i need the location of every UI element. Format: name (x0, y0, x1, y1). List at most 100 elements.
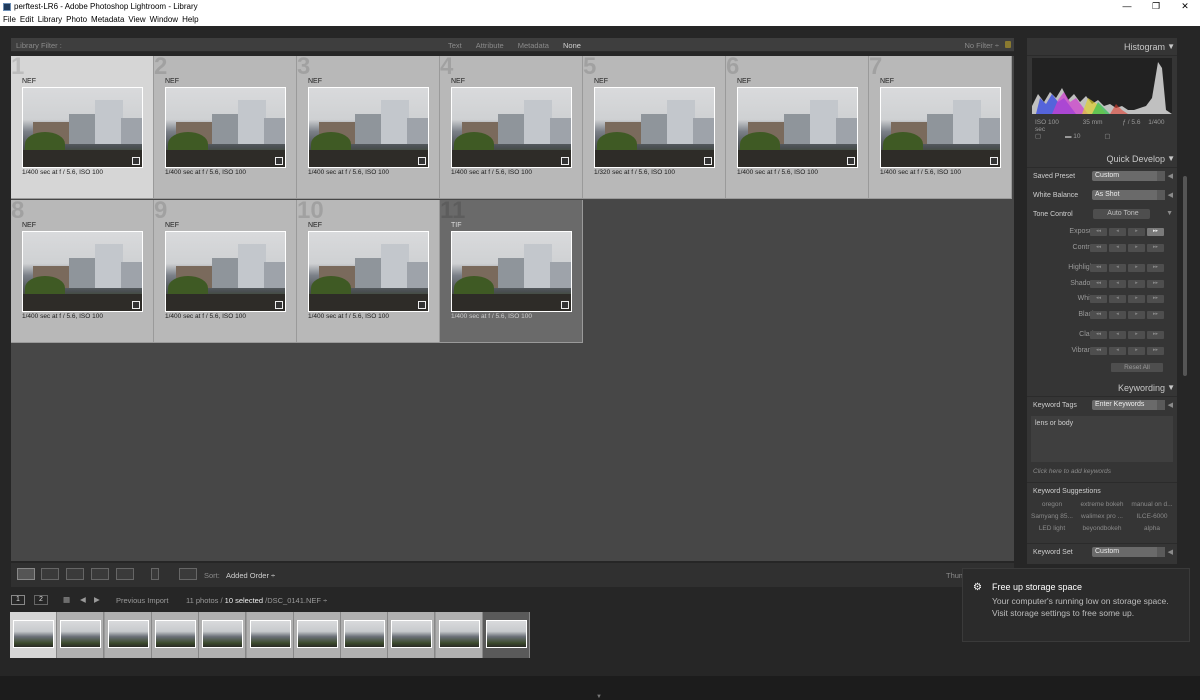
photo-thumbnail[interactable] (451, 231, 572, 312)
keyword-suggestion[interactable]: extreme bokeh (1077, 501, 1127, 508)
sort-direction-icon[interactable] (179, 568, 197, 580)
decrease-small-button[interactable]: ◂ (1109, 331, 1126, 339)
increase-small-button[interactable]: ▸ (1128, 264, 1145, 272)
keyword-suggestion[interactable]: oregon (1027, 501, 1077, 508)
chevron-down-icon[interactable] (1157, 547, 1165, 557)
metadata-badge-icon[interactable] (132, 157, 140, 165)
metadata-badge-icon[interactable] (561, 157, 569, 165)
collapse-icon[interactable]: ▼ (1167, 42, 1175, 51)
increase-small-button[interactable]: ▸ (1128, 310, 1145, 319)
decrease-small-button[interactable]: ◂ (1109, 228, 1126, 236)
metadata-badge-icon[interactable] (275, 301, 283, 309)
menu-view[interactable]: View (128, 14, 145, 26)
keyword-suggestion[interactable]: Samyang 85... (1027, 513, 1077, 520)
saved-preset-dropdown[interactable]: Custom (1092, 171, 1165, 181)
loupe-view-icon[interactable] (41, 568, 59, 580)
increase-small-button[interactable]: ▸ (1128, 346, 1145, 355)
collapse-icon[interactable]: ▼ (1167, 154, 1175, 163)
keyword-suggestion[interactable]: beyondbokeh (1077, 525, 1127, 532)
filmstrip-thumbnail[interactable] (483, 612, 530, 658)
metadata-badge-icon[interactable] (132, 301, 140, 309)
decrease-small-button[interactable]: ◂ (1109, 243, 1126, 252)
menu-help[interactable]: Help (182, 14, 198, 26)
filmstrip-info[interactable]: 11 photos / 10 selected /DSC_0141.NEF ÷ (186, 596, 327, 605)
original-photo-icon[interactable]: ▢ (1035, 133, 1041, 140)
white-balance-dropdown[interactable]: As Shot (1092, 190, 1165, 200)
photo-thumbnail[interactable] (737, 87, 858, 168)
decrease-large-button[interactable]: ◂◂ (1090, 279, 1107, 288)
disclosure-triangle-icon[interactable]: ◀ (1168, 401, 1173, 409)
decrease-large-button[interactable]: ◂◂ (1090, 243, 1107, 252)
filmstrip-thumbnail[interactable] (57, 612, 105, 658)
keyword-suggestion[interactable]: LED light (1027, 525, 1077, 532)
back-arrow-icon[interactable]: ◀ (80, 595, 86, 604)
increase-small-button[interactable]: ▸ (1128, 228, 1145, 236)
keyword-tags-dropdown[interactable]: Enter Keywords (1092, 400, 1165, 410)
photo-thumbnail[interactable] (880, 87, 1001, 168)
keyword-suggestion[interactable]: alpha (1127, 525, 1177, 532)
add-keywords-hint[interactable]: Click here to add keywords (1033, 468, 1111, 475)
decrease-large-button[interactable]: ◂◂ (1090, 310, 1107, 319)
smart-preview-icon[interactable]: ▬ (1065, 133, 1072, 140)
increase-small-button[interactable]: ▸ (1128, 295, 1145, 303)
increase-large-button[interactable]: ▸▸ (1147, 279, 1164, 288)
photo-thumbnail[interactable] (165, 231, 286, 312)
metadata-badge-icon[interactable] (418, 301, 426, 309)
filmstrip-thumbnail[interactable] (199, 612, 247, 658)
decrease-small-button[interactable]: ◂ (1109, 346, 1126, 355)
menu-library[interactable]: Library (38, 14, 62, 26)
photo-thumbnail[interactable] (22, 87, 143, 168)
people-view-icon[interactable] (116, 568, 134, 580)
decrease-large-button[interactable]: ◂◂ (1090, 295, 1107, 303)
increase-small-button[interactable]: ▸ (1128, 331, 1145, 339)
close-button[interactable]: ✕ (1170, 0, 1200, 14)
filmstrip-thumbnail[interactable] (10, 612, 57, 658)
grid-thumbnail-cell[interactable]: 8 NEF 1/400 sec at f / 5.6, ISO 100 (11, 197, 154, 343)
grid-thumbnail-cell[interactable]: 5 NEF 1/320 sec at f / 5.6, ISO 100 (583, 53, 726, 199)
disclosure-triangle-icon[interactable]: ◀ (1168, 191, 1173, 199)
filmstrip-thumbnail[interactable] (246, 612, 294, 658)
decrease-large-button[interactable]: ◂◂ (1090, 264, 1107, 272)
grid-thumbnail-cell[interactable]: 7 NEF 1/400 sec at f / 5.6, ISO 100 (869, 53, 1012, 199)
decrease-large-button[interactable]: ◂◂ (1090, 331, 1107, 339)
quick-develop-header[interactable]: Quick Develop ▼ (1027, 150, 1177, 168)
chevron-down-icon[interactable] (1157, 190, 1165, 200)
filter-tab-metadata[interactable]: Metadata (518, 41, 549, 50)
keywording-header[interactable]: Keywording ▼ (1027, 379, 1177, 397)
metadata-badge-icon[interactable] (418, 157, 426, 165)
metadata-badge-icon[interactable] (990, 157, 998, 165)
menu-window[interactable]: Window (150, 14, 178, 26)
grid-thumbnail-cell[interactable]: 11 TIF 1/400 sec at f / 5.6, ISO 100 (440, 197, 583, 343)
source-label[interactable]: Previous Import (116, 596, 169, 605)
filter-tab-none[interactable]: None (563, 41, 581, 50)
photo-thumbnail[interactable] (451, 87, 572, 168)
increase-large-button[interactable]: ▸▸ (1147, 243, 1164, 252)
grid-thumbnail-cell[interactable]: 9 NEF 1/400 sec at f / 5.6, ISO 100 (154, 197, 297, 343)
photo-thumbnail[interactable] (165, 87, 286, 168)
auto-tone-button[interactable]: Auto Tone (1093, 209, 1150, 219)
decrease-small-button[interactable]: ◂ (1109, 310, 1126, 319)
chevron-down-icon[interactable] (1157, 171, 1165, 181)
increase-small-button[interactable]: ▸ (1128, 279, 1145, 288)
lock-icon[interactable] (1005, 41, 1011, 48)
increase-large-button[interactable]: ▸▸ (1147, 228, 1164, 236)
keyword-set-dropdown[interactable]: Custom (1092, 547, 1165, 557)
window-2-button[interactable]: 2 (34, 595, 48, 605)
grid-thumbnail-cell[interactable]: 2 NEF 1/400 sec at f / 5.6, ISO 100 (154, 53, 297, 199)
keywords-textarea[interactable]: lens or body (1031, 416, 1173, 462)
filmstrip-thumbnail[interactable] (388, 612, 436, 658)
disclosure-triangle-icon[interactable]: ◀ (1168, 172, 1173, 180)
grid-thumbnail-cell[interactable]: 10 NEF 1/400 sec at f / 5.6, ISO 100 (297, 197, 440, 343)
decrease-small-button[interactable]: ◂ (1109, 295, 1126, 303)
spray-can-icon[interactable] (151, 568, 159, 580)
increase-large-button[interactable]: ▸▸ (1147, 346, 1164, 355)
filter-tab-text[interactable]: Text (448, 41, 462, 50)
grid-thumbnail-cell[interactable]: 6 NEF 1/400 sec at f / 5.6, ISO 100 (726, 53, 869, 199)
disclosure-triangle-icon[interactable]: ▼ (1166, 210, 1173, 217)
increase-small-button[interactable]: ▸ (1128, 243, 1145, 252)
minimize-button[interactable]: — (1112, 0, 1142, 14)
keyword-suggestion[interactable]: manual on d... (1127, 501, 1177, 508)
grid-thumbnail-cell[interactable]: 4 NEF 1/400 sec at f / 5.6, ISO 100 (440, 53, 583, 199)
window-1-button[interactable]: 1 (11, 595, 25, 605)
grid-icon[interactable]: ▦ (63, 595, 70, 604)
